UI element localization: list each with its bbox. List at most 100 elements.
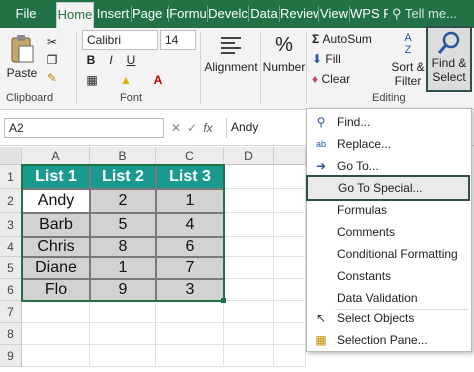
row-header[interactable]: 1 bbox=[0, 165, 22, 189]
tab-home[interactable]: Home bbox=[56, 2, 94, 28]
cut-icon[interactable]: ✂ bbox=[44, 34, 60, 50]
grid-cell[interactable] bbox=[156, 301, 224, 323]
table-cell[interactable]: Barb bbox=[22, 213, 90, 237]
font-name-box[interactable]: Calibri bbox=[82, 30, 158, 50]
menu-item-data-validation[interactable]: Data Validation bbox=[307, 287, 471, 309]
grid-cell[interactable] bbox=[274, 257, 306, 279]
tab-wps[interactable]: WPS P bbox=[350, 2, 388, 28]
grid-cell[interactable] bbox=[156, 345, 224, 367]
column-header-b[interactable]: B bbox=[90, 147, 156, 165]
fill-button[interactable]: ⬇ Fill bbox=[312, 50, 341, 68]
row-header[interactable]: 9 bbox=[0, 345, 22, 367]
row-header[interactable]: 3 bbox=[0, 213, 22, 237]
menu-item-find[interactable]: ⚲ Find... bbox=[307, 111, 471, 133]
menu-item-goto[interactable]: ➜ Go To... bbox=[307, 155, 471, 177]
fx-icon[interactable]: fx bbox=[200, 120, 216, 136]
grid-cell[interactable] bbox=[224, 165, 274, 189]
fill-handle[interactable] bbox=[221, 298, 226, 303]
menu-item-select-objects[interactable]: ↖ Select Objects bbox=[307, 307, 471, 329]
tab-review[interactable]: Review bbox=[280, 2, 318, 28]
column-header-d[interactable]: D bbox=[224, 147, 274, 165]
table-cell[interactable]: 7 bbox=[156, 257, 224, 279]
grid-cell[interactable] bbox=[224, 237, 274, 257]
grid-cell[interactable] bbox=[224, 189, 274, 213]
grid-cell[interactable] bbox=[224, 323, 274, 345]
tab-data[interactable]: Data bbox=[249, 2, 279, 28]
menu-item-formulas[interactable]: Formulas bbox=[307, 199, 471, 221]
grid-cell[interactable] bbox=[274, 323, 306, 345]
grid-cell[interactable] bbox=[224, 257, 274, 279]
grid-cell[interactable] bbox=[90, 323, 156, 345]
active-cell[interactable]: Andy bbox=[22, 189, 90, 213]
menu-item-selection-pane[interactable]: ▦ Selection Pane... bbox=[307, 329, 471, 351]
table-cell[interactable]: 1 bbox=[90, 257, 156, 279]
tab-page-layout[interactable]: Page L bbox=[132, 2, 168, 28]
tab-file[interactable]: File bbox=[6, 2, 46, 28]
row-header[interactable]: 8 bbox=[0, 323, 22, 345]
autosum-button[interactable]: Σ AutoSum bbox=[312, 30, 372, 48]
grid-cell[interactable] bbox=[224, 279, 274, 301]
row-header[interactable]: 5 bbox=[0, 257, 22, 279]
grid-cell[interactable] bbox=[22, 323, 90, 345]
table-header-cell[interactable]: List 2 bbox=[90, 165, 156, 189]
table-cell[interactable]: 4 bbox=[156, 213, 224, 237]
grid-cell[interactable] bbox=[274, 189, 306, 213]
formula-input[interactable]: Andy bbox=[226, 118, 306, 138]
table-cell[interactable]: 1 bbox=[156, 189, 224, 213]
bold-button[interactable]: B bbox=[84, 52, 98, 68]
table-cell[interactable]: Diane bbox=[22, 257, 90, 279]
table-cell[interactable]: 3 bbox=[156, 279, 224, 301]
select-all-corner[interactable] bbox=[0, 147, 22, 165]
menu-item-conditional-formatting[interactable]: Conditional Formatting bbox=[307, 243, 471, 265]
menu-item-comments[interactable]: Comments bbox=[307, 221, 471, 243]
menu-item-goto-special[interactable]: Go To Special... bbox=[306, 175, 470, 201]
font-color-icon[interactable]: A bbox=[150, 72, 166, 88]
cancel-icon[interactable]: ✕ bbox=[170, 120, 182, 136]
grid-cell[interactable] bbox=[274, 301, 306, 323]
table-cell[interactable]: Chris bbox=[22, 237, 90, 257]
find-select-button[interactable]: Find & Select bbox=[426, 26, 472, 92]
table-cell[interactable]: 8 bbox=[90, 237, 156, 257]
italic-button[interactable]: I bbox=[104, 52, 118, 68]
clear-button[interactable]: ♦ Clear bbox=[312, 70, 350, 88]
sort-filter-button[interactable]: AZ Sort & Filter bbox=[390, 32, 426, 88]
underline-button[interactable]: U bbox=[124, 52, 138, 68]
borders-icon[interactable]: ▦ bbox=[84, 72, 100, 88]
column-header-a[interactable]: A bbox=[22, 147, 90, 165]
paste-button[interactable]: Paste bbox=[4, 32, 40, 86]
tab-developer[interactable]: Develc bbox=[208, 2, 248, 28]
row-header[interactable]: 2 bbox=[0, 189, 22, 213]
tab-insert[interactable]: Insert bbox=[96, 2, 130, 28]
grid-cell[interactable] bbox=[22, 301, 90, 323]
tab-view[interactable]: View bbox=[319, 2, 349, 28]
grid-cell[interactable] bbox=[274, 279, 306, 301]
grid-cell[interactable] bbox=[224, 213, 274, 237]
menu-item-constants[interactable]: Constants bbox=[307, 265, 471, 287]
copy-icon[interactable]: ❐ bbox=[44, 52, 60, 68]
row-header[interactable]: 6 bbox=[0, 279, 22, 301]
fill-color-icon[interactable]: ▲ bbox=[118, 72, 134, 88]
row-header[interactable]: 4 bbox=[0, 237, 22, 257]
grid-cell[interactable] bbox=[22, 345, 90, 367]
grid-cell[interactable] bbox=[274, 345, 306, 367]
grid-cell[interactable] bbox=[224, 345, 274, 367]
menu-item-replace[interactable]: ab Replace... bbox=[307, 133, 471, 155]
table-header-cell[interactable]: List 1 bbox=[22, 165, 90, 189]
table-cell[interactable]: 5 bbox=[90, 213, 156, 237]
row-header[interactable]: 7 bbox=[0, 301, 22, 323]
grid-cell[interactable] bbox=[156, 323, 224, 345]
tab-formulas[interactable]: Formu bbox=[169, 2, 207, 28]
alignment-button[interactable]: Alignment bbox=[204, 32, 258, 88]
table-cell[interactable]: 6 bbox=[156, 237, 224, 257]
grid-cell[interactable] bbox=[224, 301, 274, 323]
grid-cell[interactable] bbox=[90, 301, 156, 323]
table-header-cell[interactable]: List 3 bbox=[156, 165, 224, 189]
column-header-e[interactable] bbox=[274, 147, 306, 165]
column-header-c[interactable]: C bbox=[156, 147, 224, 165]
enter-icon[interactable]: ✓ bbox=[186, 120, 198, 136]
format-painter-icon[interactable]: ✎ bbox=[44, 70, 60, 86]
table-cell[interactable]: 9 bbox=[90, 279, 156, 301]
font-size-box[interactable]: 14 bbox=[160, 30, 196, 50]
grid-cell[interactable] bbox=[274, 237, 306, 257]
number-button[interactable]: % Number bbox=[262, 32, 306, 88]
